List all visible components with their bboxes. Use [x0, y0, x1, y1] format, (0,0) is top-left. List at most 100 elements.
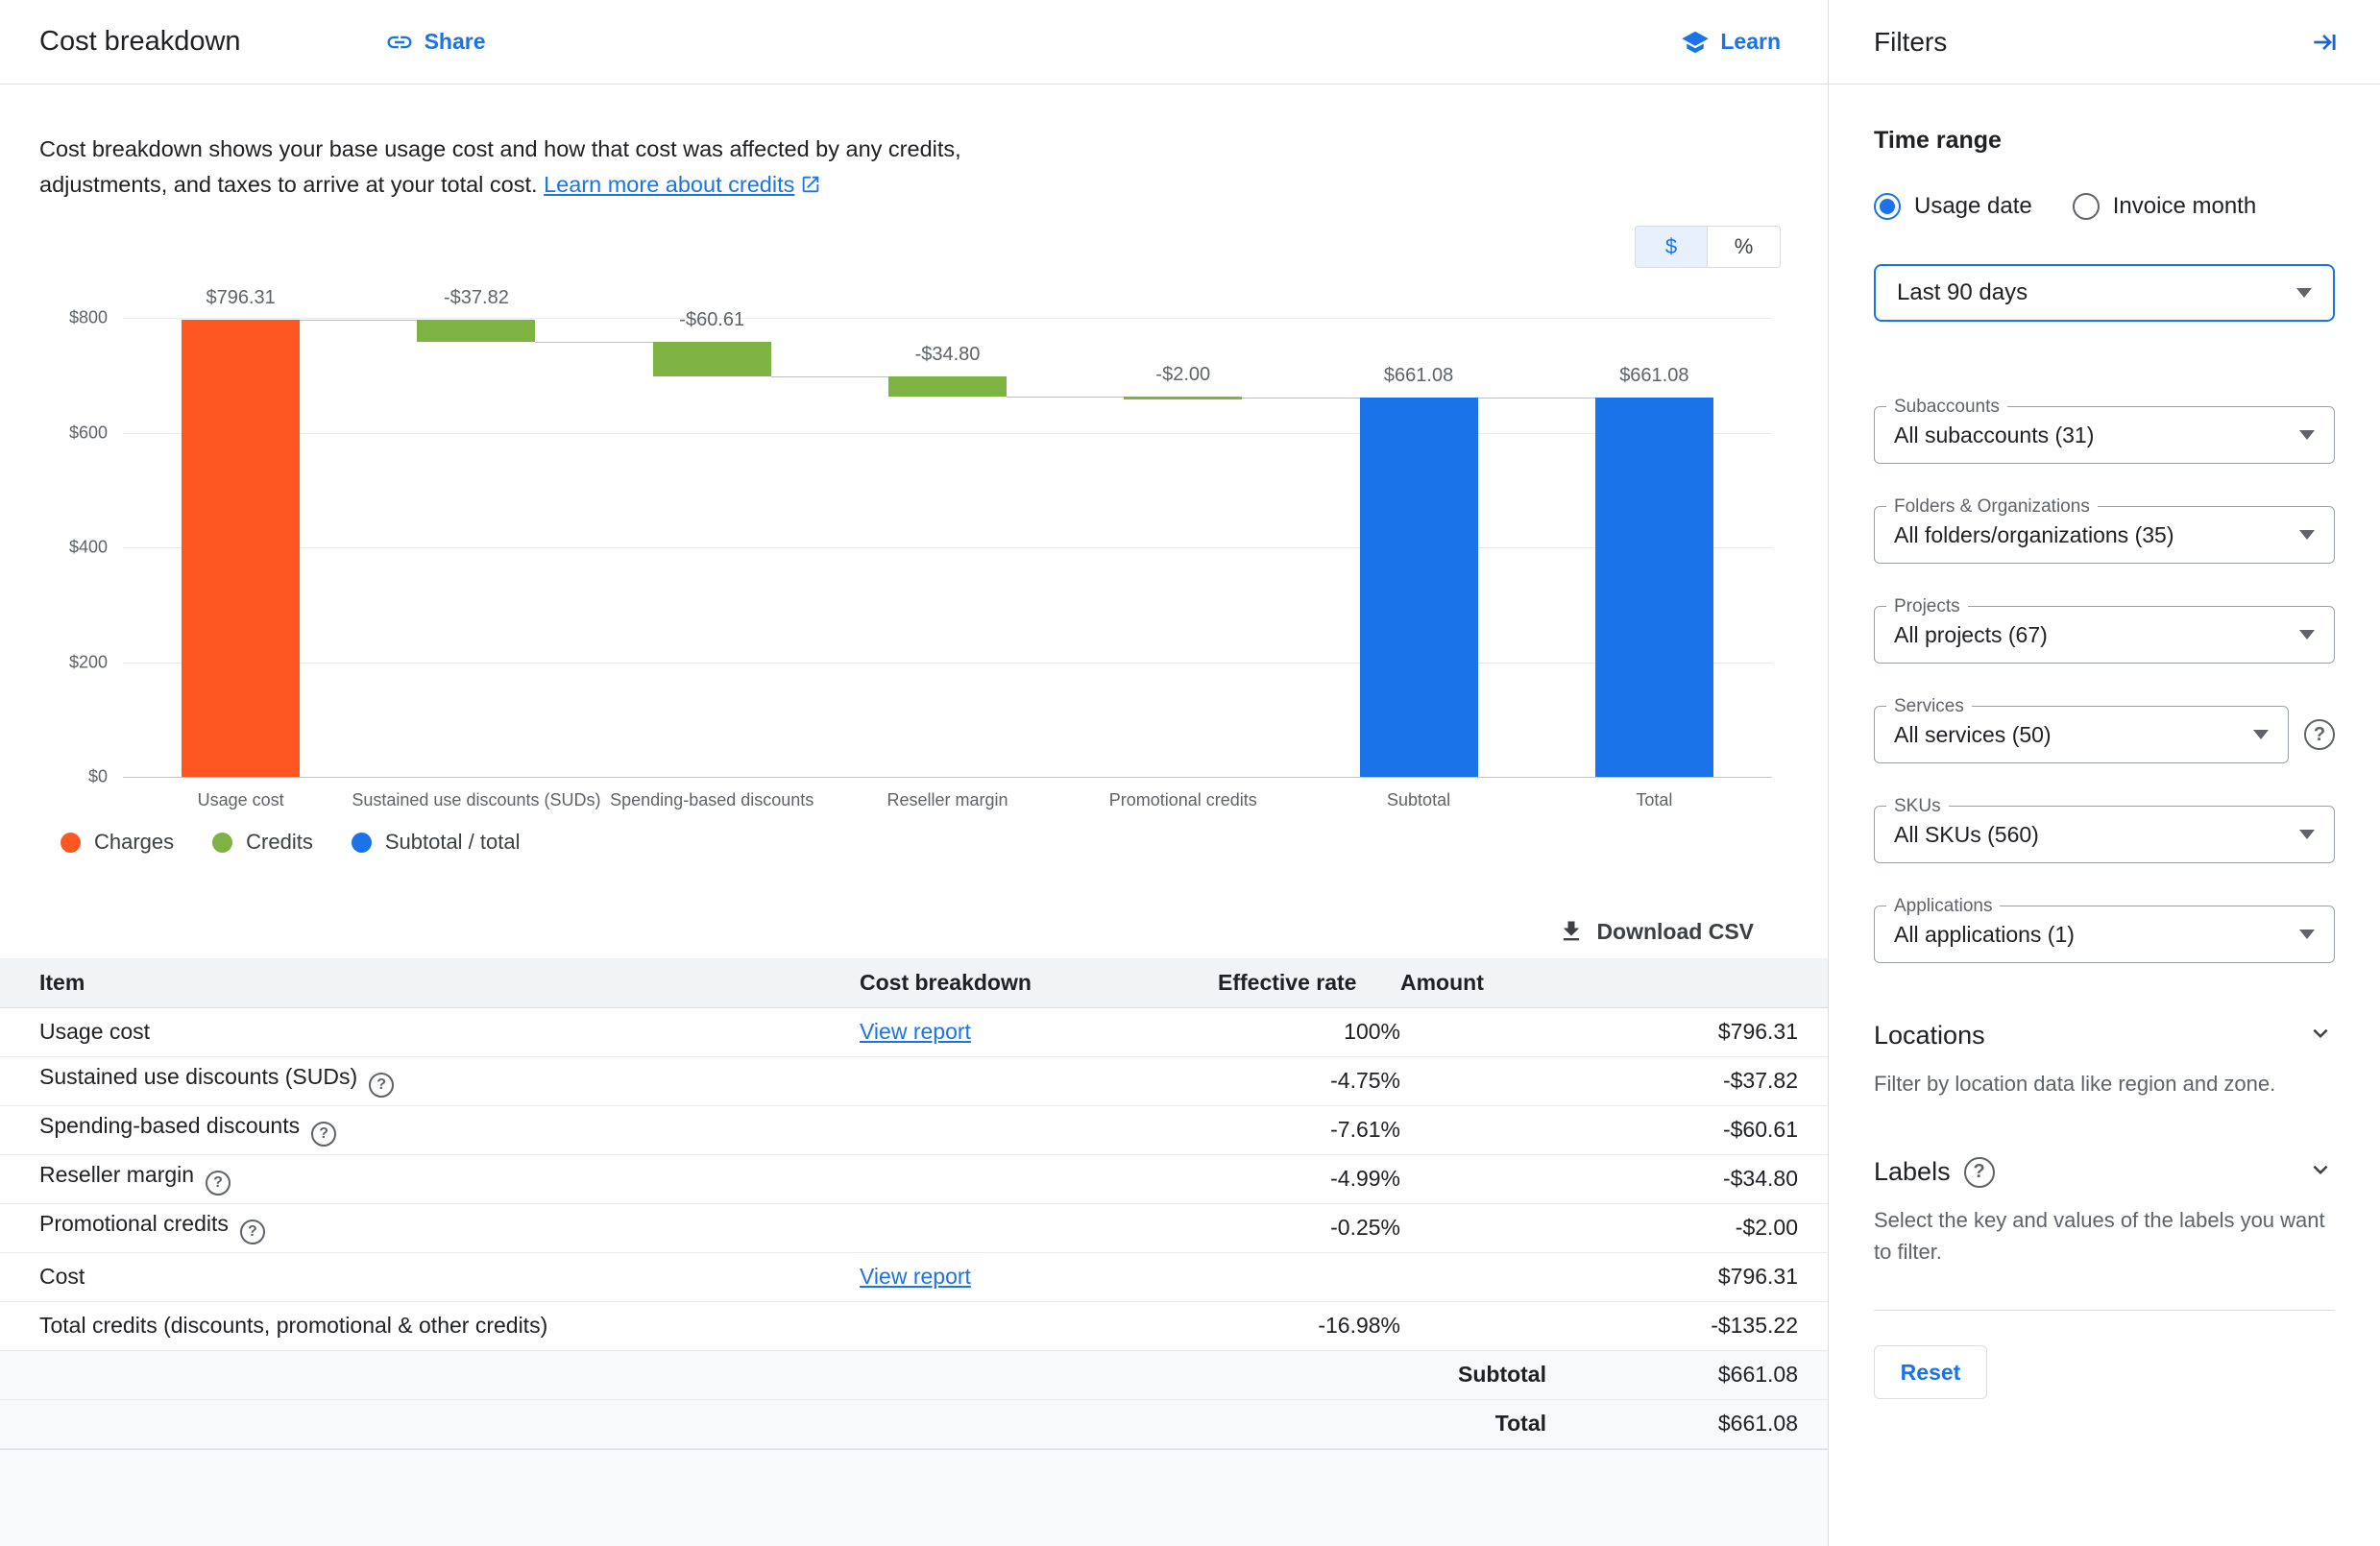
- legend-color-dot: [61, 833, 81, 853]
- item-cell: Sustained use discounts (SUDs)?: [0, 1056, 860, 1105]
- column-header-effective-rate: Effective rate: [1218, 958, 1400, 1007]
- chevron-down-icon: [2306, 1155, 2335, 1189]
- help-icon[interactable]: ?: [369, 1073, 394, 1098]
- download-csv-button[interactable]: Download CSV: [0, 918, 1754, 945]
- table-row: Usage costView report100%$796.31: [0, 1007, 1828, 1056]
- time-range-value: Last 90 days: [1897, 279, 2028, 306]
- download-icon: [1558, 918, 1585, 945]
- amount-cell: -$135.22: [1400, 1301, 1828, 1350]
- help-icon[interactable]: ?: [240, 1220, 265, 1244]
- filter-dropdown-folders-organizations[interactable]: Folders & OrganizationsAll folders/organ…: [1874, 506, 2335, 564]
- column-header-amount: Amount: [1400, 958, 1828, 1007]
- cost-breakdown-cell: [860, 1056, 1218, 1105]
- legend-item: Credits: [212, 830, 313, 855]
- table-row: CostView report$796.31: [0, 1252, 1828, 1301]
- time-range-heading: Time range: [1874, 127, 2335, 155]
- filter-field-row: Folders & OrganizationsAll folders/organ…: [1874, 506, 2335, 564]
- summary-amount: $661.08: [1546, 1362, 1798, 1388]
- table-row: Reseller margin?-4.99%-$34.80: [0, 1154, 1828, 1203]
- view-report-link[interactable]: View report: [860, 1264, 971, 1289]
- chart-gridline: [123, 663, 1772, 664]
- waterfall-bar-credit: [888, 376, 1007, 397]
- table-row: Promotional credits?-0.25%-$2.00: [0, 1203, 1828, 1252]
- item-cell: Spending-based discounts?: [0, 1105, 860, 1154]
- field-floating-label: Folders & Organizations: [1886, 496, 2098, 518]
- currency-percent-toggle: $ %: [1635, 226, 1781, 268]
- field-value: All services (50): [1894, 722, 2052, 748]
- filter-field-row: ApplicationsAll applications (1): [1874, 906, 2335, 963]
- locations-description: Filter by location data like region and …: [1874, 1068, 2335, 1099]
- radio-button[interactable]: [1874, 193, 1901, 220]
- radio-usage-date[interactable]: Usage date: [1874, 193, 2032, 220]
- share-label: Share: [425, 29, 486, 55]
- chart-gridline: [123, 318, 1772, 319]
- y-axis: $0$200$400$600$800: [0, 318, 108, 777]
- radio-button[interactable]: [2073, 193, 2100, 220]
- reset-filters-button[interactable]: Reset: [1874, 1345, 1987, 1399]
- dollar-toggle-button[interactable]: $: [1635, 226, 1708, 268]
- collapse-panel-icon: [2309, 27, 2340, 58]
- summary-cell: Total$661.08: [0, 1399, 1828, 1448]
- amount-cell: -$34.80: [1400, 1154, 1828, 1203]
- item-label: Spending-based discounts: [39, 1113, 300, 1138]
- bar-value-label: -$2.00: [1065, 364, 1300, 386]
- radio-invoice-month[interactable]: Invoice month: [2073, 193, 2256, 220]
- column-header-item: Item: [0, 958, 860, 1007]
- filter-dropdown-skus[interactable]: SKUsAll SKUs (560): [1874, 806, 2335, 863]
- labels-section-toggle[interactable]: Labels ?: [1874, 1155, 2335, 1189]
- legend-color-dot: [352, 833, 372, 853]
- learn-button[interactable]: Learn: [1681, 28, 1781, 57]
- dropdown-caret-icon: [2299, 530, 2315, 540]
- locations-section-toggle[interactable]: Locations: [1874, 1019, 2335, 1052]
- chart-plot-area: $796.31Usage cost-$37.82Sustained use di…: [123, 318, 1772, 777]
- filter-dropdown-projects[interactable]: ProjectsAll projects (67): [1874, 606, 2335, 664]
- y-axis-tick-label: $400: [69, 538, 108, 558]
- billing-cost-breakdown-page: Cost breakdown Share Learn Cost breakdow…: [0, 0, 2380, 1546]
- labels-description: Select the key and values of the labels …: [1874, 1204, 2335, 1268]
- effective-rate-cell: -0.25%: [1218, 1203, 1400, 1252]
- help-icon[interactable]: ?: [1964, 1157, 1995, 1188]
- page-background: [0, 1449, 1828, 1546]
- summary-row-content: Total$661.08: [0, 1411, 1798, 1437]
- legend-label: Charges: [94, 830, 174, 855]
- item-cell: Usage cost: [0, 1007, 860, 1056]
- filter-dropdowns: SubaccountsAll subaccounts (31) Folders &…: [1874, 406, 2335, 963]
- learn-more-credits-link[interactable]: Learn more about credits: [544, 172, 821, 197]
- table-header-row: Item Cost breakdown Effective rate Amoun…: [0, 958, 1828, 1007]
- field-floating-label: Subaccounts: [1886, 397, 2007, 418]
- legend-item: Subtotal / total: [352, 830, 521, 855]
- waterfall-connector: [1007, 397, 1124, 398]
- legend-color-dot: [212, 833, 232, 853]
- effective-rate-cell: -4.75%: [1218, 1056, 1400, 1105]
- y-axis-tick-label: $600: [69, 423, 108, 443]
- collapse-panel-button[interactable]: [2309, 27, 2340, 58]
- filter-dropdown-subaccounts[interactable]: SubaccountsAll subaccounts (31): [1874, 406, 2335, 464]
- waterfall-bar-credit: [417, 320, 535, 342]
- help-icon[interactable]: ?: [206, 1171, 231, 1196]
- bar-value-label: -$37.82: [358, 287, 594, 309]
- bar-value-label: $796.31: [123, 287, 358, 309]
- chart-gridline: [123, 433, 1772, 434]
- time-range-select[interactable]: Last 90 days: [1874, 264, 2335, 322]
- share-button[interactable]: Share: [385, 28, 486, 57]
- y-axis-tick-label: $0: [88, 767, 108, 787]
- filter-dropdown-services[interactable]: ServicesAll services (50): [1874, 706, 2289, 763]
- field-value: All subaccounts (31): [1894, 423, 2094, 448]
- field-value: All folders/organizations (35): [1894, 522, 2174, 548]
- help-icon[interactable]: ?: [2304, 719, 2335, 750]
- waterfall-connector: [300, 320, 417, 321]
- download-csv-label: Download CSV: [1596, 919, 1754, 945]
- view-report-link[interactable]: View report: [860, 1019, 971, 1044]
- bar-value-label: $661.08: [1537, 365, 1772, 387]
- bar-value-label: -$34.80: [830, 344, 1065, 366]
- help-icon[interactable]: ?: [311, 1122, 336, 1147]
- locations-heading: Locations: [1874, 1021, 1985, 1051]
- waterfall-bar-total: [1360, 398, 1478, 777]
- field-floating-label: Services: [1886, 696, 1972, 717]
- open-in-new-icon: [800, 174, 821, 195]
- legend-label: Credits: [246, 830, 313, 855]
- filter-dropdown-applications[interactable]: ApplicationsAll applications (1): [1874, 906, 2335, 963]
- percent-toggle-button[interactable]: %: [1708, 226, 1781, 268]
- summary-cell: Subtotal$661.08: [0, 1350, 1828, 1399]
- chevron-down-icon: [2306, 1019, 2335, 1052]
